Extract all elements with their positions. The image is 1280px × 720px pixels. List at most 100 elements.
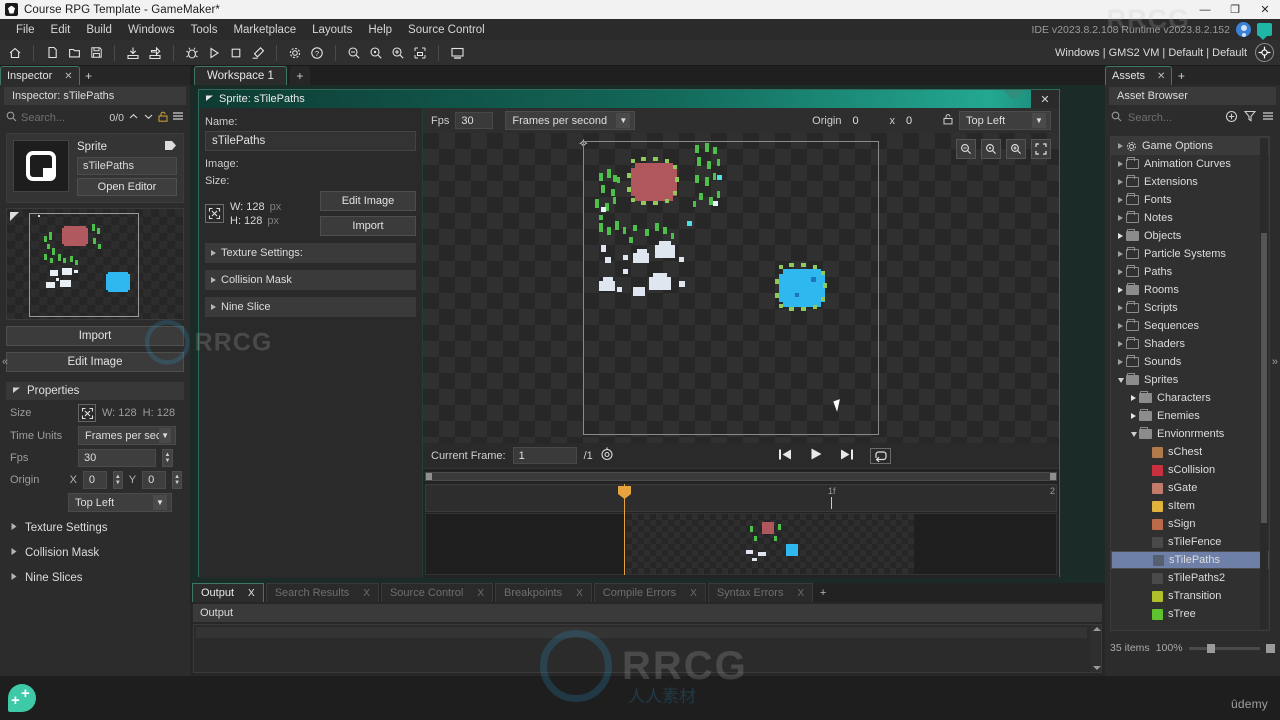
asset-zoom-slider[interactable]: [1188, 643, 1260, 653]
collapse-left-dock-button[interactable]: «: [2, 356, 8, 368]
zoom-out-icon[interactable]: [344, 43, 364, 63]
skip-forward-icon[interactable]: [839, 448, 854, 464]
add-tab-button[interactable]: +: [80, 66, 98, 85]
time-units-select[interactable]: Frames per second ▼: [505, 111, 636, 130]
asset-tree-item-animation-curves[interactable]: Animation Curves: [1111, 155, 1269, 173]
chevron-right-icon[interactable]: [1115, 233, 1126, 239]
add-tab-button[interactable]: +: [1172, 66, 1190, 85]
output-console[interactable]: [193, 624, 1102, 673]
gamemaker-logo-icon[interactable]: [8, 684, 36, 712]
chevron-right-icon[interactable]: [1128, 413, 1139, 419]
chat-bubble-icon[interactable]: [1257, 23, 1272, 40]
search-input[interactable]: Search...: [21, 112, 105, 124]
fps-input[interactable]: 30: [455, 112, 494, 129]
inspector-collision-mask-section[interactable]: Collision Mask: [6, 544, 184, 562]
onion-skin-icon[interactable]: [600, 447, 614, 464]
zoom-fit-icon[interactable]: [410, 43, 430, 63]
asset-tree-item-characters[interactable]: Characters: [1111, 389, 1269, 407]
asset-tree-item-envionrments[interactable]: Envionrments: [1111, 425, 1269, 443]
chevron-right-icon[interactable]: [1115, 197, 1126, 203]
chevron-right-icon[interactable]: [1115, 305, 1126, 311]
menu-item-edit[interactable]: Edit: [43, 21, 79, 39]
play-icon[interactable]: [204, 43, 224, 63]
asset-tree-item-particle-systems[interactable]: Particle Systems: [1111, 245, 1269, 263]
asset-tree-item-stransition[interactable]: sTransition: [1111, 587, 1269, 605]
filter-icon[interactable]: [1243, 110, 1257, 125]
menu-item-file[interactable]: File: [8, 21, 43, 39]
menu-item-build[interactable]: Build: [78, 21, 120, 39]
home-icon[interactable]: [5, 43, 25, 63]
resize-icon[interactable]: [205, 204, 224, 223]
maximize-button[interactable]: ❐: [1220, 0, 1250, 19]
build-target-selector[interactable]: Windows | GMS2 VM | Default | Default: [1055, 43, 1280, 62]
asset-tree-item-ssign[interactable]: sSign: [1111, 515, 1269, 533]
chevron-down-icon[interactable]: [143, 112, 154, 124]
time-units-select[interactable]: Frames per secon ▼: [78, 426, 176, 445]
add-output-tab-button[interactable]: +: [815, 583, 831, 602]
origin-x-stepper[interactable]: ▲ ▼: [113, 471, 123, 489]
tab-inspector[interactable]: Inspector ✕: [0, 66, 80, 85]
close-icon[interactable]: X: [363, 588, 370, 599]
open-folder-icon[interactable]: [64, 43, 84, 63]
import-button[interactable]: Import: [320, 216, 416, 236]
chevron-right-icon[interactable]: [1128, 395, 1139, 401]
zoom-in-icon[interactable]: [1006, 139, 1026, 159]
asset-tree-item-paths[interactable]: Paths: [1111, 263, 1269, 281]
menu-item-help[interactable]: Help: [360, 21, 400, 39]
unlock-icon[interactable]: [158, 111, 168, 125]
close-icon[interactable]: X: [248, 588, 255, 599]
close-icon[interactable]: ✕: [1157, 71, 1165, 82]
close-icon[interactable]: ✕: [64, 71, 72, 82]
resize-icon[interactable]: [78, 404, 96, 422]
fit-to-window-icon[interactable]: [1031, 139, 1051, 159]
timeline-ruler[interactable]: 0f 1f 2: [425, 484, 1057, 512]
close-icon[interactable]: X: [797, 588, 804, 599]
chevron-right-icon[interactable]: [1115, 215, 1126, 221]
asset-tree-item-sitem[interactable]: sItem: [1111, 497, 1269, 515]
asset-name-field[interactable]: sTilePaths: [77, 157, 177, 175]
new-file-icon[interactable]: [42, 43, 62, 63]
chevron-up-icon[interactable]: [128, 112, 139, 124]
asset-tree-item-rooms[interactable]: Rooms: [1111, 281, 1269, 299]
chevron-right-icon[interactable]: [1115, 341, 1126, 347]
edit-image-button[interactable]: Edit Image: [320, 191, 416, 211]
zoom-reset-icon[interactable]: [981, 139, 1001, 159]
stop-icon[interactable]: [226, 43, 246, 63]
save-icon[interactable]: [86, 43, 106, 63]
collapse-icon[interactable]: [205, 93, 214, 105]
loop-icon[interactable]: [870, 447, 891, 464]
asset-tree-item-stree[interactable]: sTree: [1111, 605, 1269, 623]
tab-syntax-errors[interactable]: Syntax Errors X: [707, 583, 814, 602]
timeline-scrollbar[interactable]: [425, 472, 1057, 481]
timeline-frame-thumbnail[interactable]: [626, 514, 914, 574]
close-icon[interactable]: X: [576, 588, 583, 599]
asset-tree-scrollbar[interactable]: [1260, 138, 1268, 629]
tab-breakpoints[interactable]: Breakpoints X: [495, 583, 592, 602]
sprite-name-input[interactable]: sTilePaths: [205, 131, 416, 151]
asset-tree-item-sgate[interactable]: sGate: [1111, 479, 1269, 497]
zoom-reset-icon[interactable]: [366, 43, 386, 63]
chevron-right-icon[interactable]: [1115, 161, 1126, 167]
tab-compile-errors[interactable]: Compile Errors X: [593, 583, 706, 602]
hamburger-menu-icon[interactable]: [1262, 111, 1274, 124]
chevron-down-icon[interactable]: [1115, 377, 1126, 383]
asset-tree-item-extensions[interactable]: Extensions: [1111, 173, 1269, 191]
asset-tree-item-schest[interactable]: sChest: [1111, 443, 1269, 461]
open-editor-button[interactable]: Open Editor: [77, 178, 177, 196]
fps-stepper[interactable]: ▲ ▼: [162, 449, 173, 467]
asset-tree-item-stilefence[interactable]: sTileFence: [1111, 533, 1269, 551]
clean-icon[interactable]: [248, 43, 268, 63]
add-workspace-button[interactable]: +: [289, 66, 310, 85]
sprite-editor-close-button[interactable]: ✕: [1031, 90, 1059, 108]
edit-image-button[interactable]: Edit Image: [6, 352, 184, 372]
asset-tree-item-sounds[interactable]: Sounds: [1111, 353, 1269, 371]
zoom-out-icon[interactable]: [956, 139, 976, 159]
tag-icon[interactable]: [164, 140, 177, 154]
chevron-right-icon[interactable]: [1115, 323, 1126, 329]
properties-section-header[interactable]: Properties: [6, 382, 184, 400]
inspector-texture-settings-section[interactable]: Texture Settings: [6, 519, 184, 537]
asset-tree-item-sequences[interactable]: Sequences: [1111, 317, 1269, 335]
origin-x-input[interactable]: 0: [82, 471, 107, 489]
collision-mask-accordion[interactable]: Collision Mask: [205, 270, 416, 290]
tab-assets[interactable]: Assets ✕: [1105, 66, 1173, 85]
